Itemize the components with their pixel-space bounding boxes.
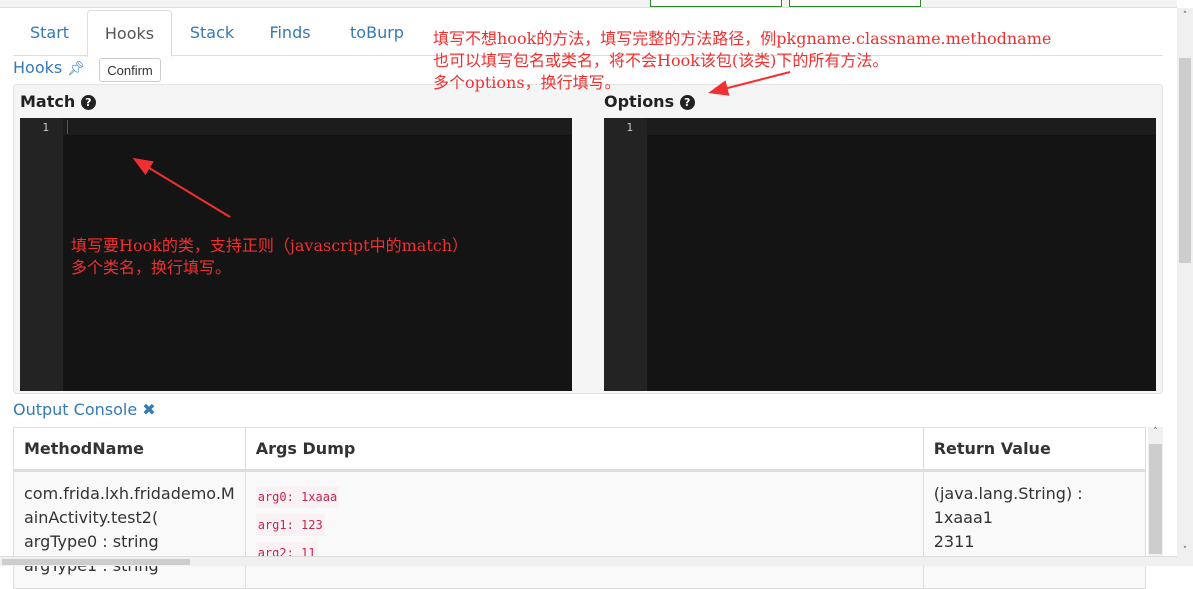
arg-value: arg1: 123 bbox=[255, 514, 325, 536]
column-header: Return Value bbox=[922, 427, 1147, 472]
cell-line: (java.lang.String) : 1xaaa1 bbox=[933, 484, 1083, 527]
cell-line: ainActivity.test2( bbox=[24, 508, 159, 527]
column-header: Args Dump bbox=[244, 427, 924, 472]
arg-value: arg0: 1xaaa bbox=[255, 486, 340, 508]
output-console-heading: Output Console ✖ bbox=[13, 400, 156, 419]
table-header-row: MethodName Args Dump Return Value bbox=[13, 427, 1147, 472]
table-row: com.frida.lxh.fridademo.M ainActivity.te… bbox=[13, 470, 1147, 589]
cell-line: argType0 : string bbox=[24, 532, 159, 551]
return-value-cell: (java.lang.String) : 1xaaa1 2311 bbox=[922, 470, 1147, 589]
page-scrollbar[interactable]: ˄ ˅ bbox=[1177, 8, 1193, 566]
cell-line: com.frida.lxh.fridademo.M bbox=[24, 484, 235, 503]
scroll-thumb[interactable] bbox=[2, 559, 190, 565]
scroll-thumb[interactable] bbox=[1149, 444, 1162, 554]
method-name-cell: com.frida.lxh.fridademo.M ainActivity.te… bbox=[13, 470, 246, 589]
horizontal-scrollbar[interactable] bbox=[0, 556, 1177, 566]
close-icon[interactable]: ✖ bbox=[142, 400, 155, 419]
arrow-to-options bbox=[708, 71, 791, 96]
arrow-to-match bbox=[132, 157, 231, 218]
table-scrollbar[interactable]: ˄ bbox=[1148, 427, 1163, 557]
output-console-title: Output Console bbox=[13, 400, 138, 419]
scroll-thumb[interactable] bbox=[1179, 58, 1191, 263]
cell-line: 2311 bbox=[933, 532, 975, 551]
column-header: MethodName bbox=[13, 427, 246, 472]
args-dump-cell: arg0: 1xaaa arg1: 123 arg2: 11 bbox=[244, 470, 924, 589]
